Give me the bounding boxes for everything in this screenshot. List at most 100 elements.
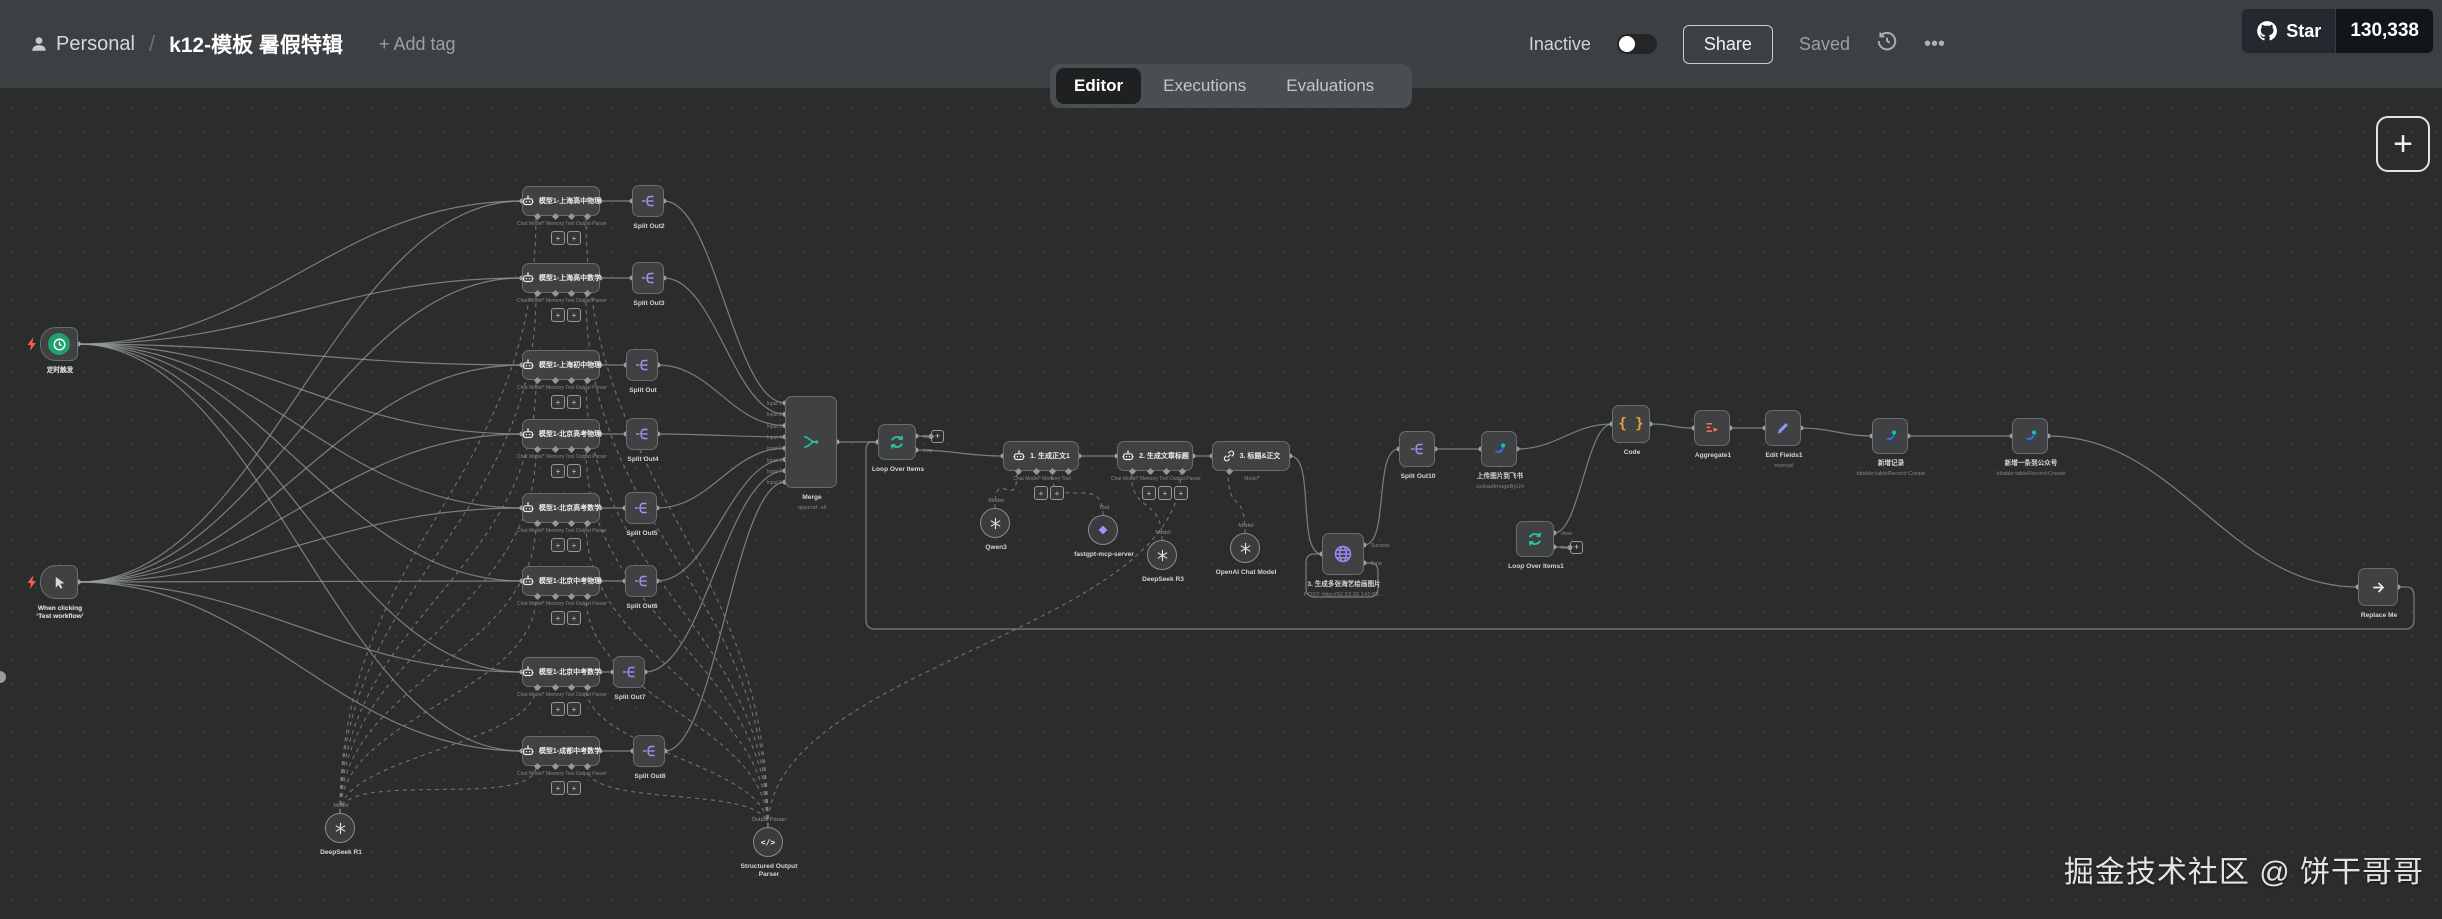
node-gen3[interactable]: 3. 标题&正文 Model* <box>1212 441 1290 482</box>
splitout-icon <box>633 500 649 516</box>
node-s3[interactable]: Split Out <box>626 349 658 394</box>
add-node-button[interactable]: + <box>2376 116 2430 172</box>
node-cfast[interactable]: fastgpt-mcp-server Tool <box>1074 505 1134 558</box>
node-http1[interactable]: 3. 生成多张海艺绘画图片 POST: http://52.53.30.142:8… <box>1304 533 1390 598</box>
project-owner[interactable]: Personal <box>30 33 135 56</box>
add-subnode-button[interactable]: + <box>1034 486 1048 500</box>
node-coai[interactable]: OpenAI Chat Model Model <box>1216 523 1277 576</box>
add-subnode-button[interactable]: + <box>551 395 565 409</box>
active-toggle[interactable] <box>1616 34 1657 54</box>
node-a4[interactable]: 模型1-北京高考物理 Chat Model* Memory Tool Output… <box>517 419 607 478</box>
cursor-icon <box>52 575 67 590</box>
flower-icon <box>1238 541 1253 556</box>
node-s6[interactable]: Split Out6 <box>625 565 658 610</box>
flower-icon <box>333 821 348 836</box>
add-subnode-button[interactable]: + <box>1174 486 1188 500</box>
flower-icon <box>1155 548 1170 563</box>
node-cds1[interactable]: DeepSeek R1 Model <box>320 803 362 856</box>
node-csop[interactable]: </> Structured Output Parser Output Parser <box>741 817 798 878</box>
node-gen1[interactable]: 1. 生成正文1 Chat Model* Memory Tool + + <box>1003 441 1079 500</box>
node-label: Merge <box>802 494 822 501</box>
node-a8[interactable]: 模型1-成都中考数学 Chat Model* Memory Tool Output… <box>517 736 607 795</box>
node-rec1[interactable]: 新增记录 bitable:tableRecord:Create <box>1857 418 1925 477</box>
robot-icon <box>521 744 535 758</box>
node-t1[interactable]: 定时触发 定时触发 <box>27 327 78 374</box>
node-port-kind-label: Model <box>1238 523 1254 529</box>
node-plusA[interactable]: + <box>931 430 944 443</box>
add-subnode-button[interactable]: + <box>567 538 581 552</box>
add-subnode-button[interactable]: + <box>551 781 565 795</box>
splitout-icon <box>1409 441 1425 457</box>
node-s4[interactable]: Split Out4 <box>626 418 659 463</box>
node-label: When clicking ‘Test workflow’ <box>36 605 84 621</box>
node-label: 模型1-上海高中物理 <box>538 198 602 205</box>
node-code1[interactable]: { } Code <box>1612 405 1650 456</box>
add-subnode-button[interactable]: + <box>567 781 581 795</box>
node-label: OpenAI Chat Model <box>1215 569 1277 576</box>
more-options-button[interactable]: ••• <box>1924 33 1945 56</box>
node-label: 模型1-北京高考物理 <box>538 431 602 438</box>
flower-icon <box>988 516 1003 531</box>
github-icon <box>2256 20 2278 42</box>
merge-input-label: Input 4 <box>766 434 782 441</box>
add-subnode-button[interactable]: + <box>567 611 581 625</box>
node-label: 模型1-北京高考数学 <box>538 505 602 512</box>
node-a6[interactable]: 模型1-北京中考物理 Chat Model* Memory Tool Output… <box>517 566 607 625</box>
node-a3[interactable]: 模型1-上海初中物理 Chat Model* Memory Tool Output… <box>517 350 607 409</box>
add-subnode-button[interactable]: + <box>551 464 565 478</box>
node-t2[interactable]: When clicking ‘Test workflow’ When clicki… <box>27 565 84 620</box>
node-a1[interactable]: 模型1-上海高中物理 Chat Model* Memory Tool Output… <box>517 186 607 245</box>
saved-status: Saved <box>1798 33 1850 54</box>
node-edit1[interactable]: Edit Fields1 manual <box>1765 410 1803 469</box>
node-agg1[interactable]: Aggregate1 <box>1694 410 1731 459</box>
output-port-label: Error <box>1371 561 1383 567</box>
add-subnode-button[interactable]: + <box>1142 486 1156 500</box>
add-subnode-button[interactable]: + <box>567 702 581 716</box>
tab-executions[interactable]: Executions <box>1145 68 1264 104</box>
node-cds3[interactable]: DeepSeek R3 Model <box>1142 530 1184 583</box>
add-subnode-button[interactable]: + <box>567 231 581 245</box>
add-subnode-button[interactable]: + <box>1158 486 1172 500</box>
node-s1[interactable]: Split Out2 <box>632 185 665 230</box>
add-subnode-button[interactable]: + <box>551 231 565 245</box>
splitout-icon <box>634 426 650 442</box>
tab-evaluations[interactable]: Evaluations <box>1268 68 1392 104</box>
node-label: Loop Over Items <box>871 466 925 473</box>
node-a7[interactable]: 模型1-北京中考数学 Chat Model* Memory Tool Output… <box>517 657 607 716</box>
node-label: Loop Over Items1 <box>1508 563 1564 570</box>
node-rec2[interactable]: 新增一条到公众号 bitable:tableRecord:Create <box>1997 418 2065 477</box>
node-a2[interactable]: 模型1-上海高中数学 Chat Model* Memory Tool Output… <box>517 263 607 322</box>
merge-icon <box>802 433 820 451</box>
node-so10[interactable]: Split Out10 <box>1399 431 1435 480</box>
add-tag-button[interactable]: + Add tag <box>379 34 456 55</box>
github-star-widget[interactable]: Star 130,338 <box>2241 8 2434 54</box>
node-loop2[interactable]: Loop Over Items1 done loop <box>1508 521 1572 570</box>
add-subnode-button[interactable]: + <box>551 538 565 552</box>
history-icon[interactable] <box>1876 30 1898 58</box>
node-gen2[interactable]: 2. 生成文章标题 Chat Model* Memory Tool Output … <box>1111 441 1201 500</box>
add-subnode-button[interactable]: + <box>1050 486 1064 500</box>
node-plusB[interactable]: + <box>1570 541 1583 554</box>
node-s5[interactable]: Split Out5 <box>625 492 658 537</box>
workflow-title[interactable]: k12-模板 暑假特辑 <box>169 29 343 59</box>
add-subnode-button[interactable]: + <box>567 395 581 409</box>
node-cqwen[interactable]: Qwen3 Model <box>980 498 1010 551</box>
add-subnode-button[interactable]: + <box>567 308 581 322</box>
node-upload[interactable]: 上传图片到飞书 uploadImageByUrl <box>1476 431 1524 490</box>
node-s7[interactable]: Split Out7 <box>613 656 646 701</box>
tab-editor[interactable]: Editor <box>1056 68 1142 104</box>
splitout-icon <box>641 743 657 759</box>
share-button[interactable]: Share <box>1682 24 1773 64</box>
add-subnode-button[interactable]: + <box>551 611 565 625</box>
node-s8[interactable]: Split Out8 <box>633 735 666 780</box>
add-subnode-button[interactable]: + <box>567 464 581 478</box>
node-loop1[interactable]: Loop Over Items done loop <box>872 424 934 473</box>
add-subnode-button[interactable]: + <box>551 308 565 322</box>
node-a5[interactable]: 模型1-北京高考数学 Chat Model* Memory Tool Output… <box>517 493 607 552</box>
merge-input-label: Input 8 <box>766 480 782 487</box>
workflow-canvas[interactable]: 定时触发 定时触发 When clicking ‘Test workflow’ Whe… <box>0 0 2442 919</box>
node-rep1[interactable]: Replace Me <box>2358 568 2398 619</box>
add-subnode-button[interactable]: + <box>551 702 565 716</box>
sub-ports-label: Chat Model* Memory Tool <box>1013 476 1071 482</box>
node-s2[interactable]: Split Out3 <box>632 262 665 307</box>
